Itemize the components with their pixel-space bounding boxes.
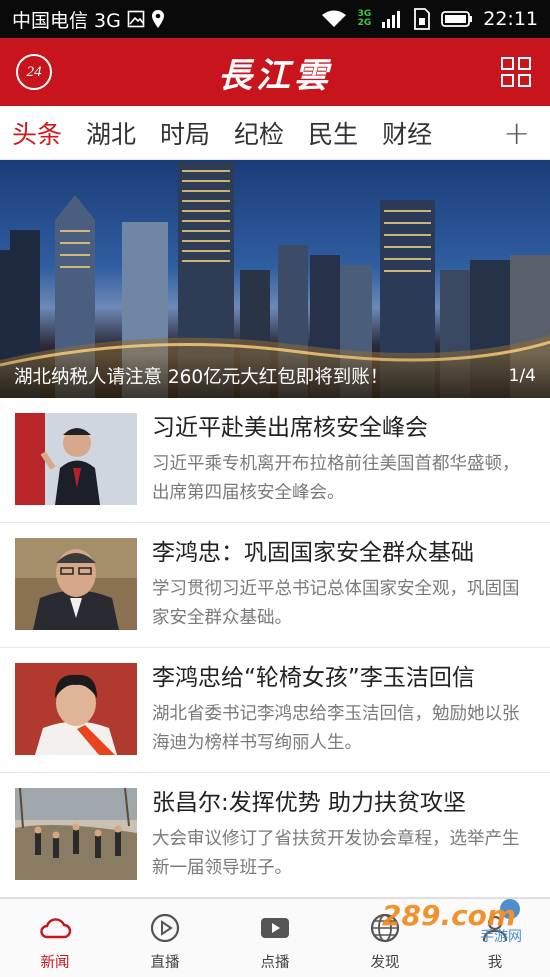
cloud-icon — [40, 918, 72, 939]
grid-menu-icon[interactable] — [500, 56, 532, 88]
news-item[interactable]: 张昌尔:发挥优势 助力扶贫攻坚 大会审议修订了省扶贫开发协会章程，选举产生新一届… — [0, 773, 550, 898]
nav-live[interactable]: 直播 — [110, 899, 220, 977]
banner-caption: 湖北纳税人请注意 260亿元大红包即将到账！ 1/4 — [0, 354, 550, 398]
news-title: 习近平赴美出席核安全峰会 — [152, 415, 428, 441]
sim-icon — [413, 8, 431, 30]
status-bar: 中国电信 3G 3G 2G 22:11 — [0, 0, 550, 38]
news-summary: 学习贯彻习近平总书记总体国家安全观，巩固国家安全群众基础。 — [152, 579, 520, 628]
app-logo: 長江雲 — [218, 55, 332, 96]
banner-carousel[interactable]: 湖北纳税人请注意 260亿元大红包即将到账！ 1/4 — [0, 160, 550, 398]
watermark-sub: 手游网 — [480, 929, 522, 943]
banner-page-indicator: 1/4 — [508, 366, 536, 386]
video-icon — [261, 918, 289, 938]
watermark-text: 289.com — [382, 899, 516, 932]
news-item[interactable]: 李鸿忠：巩固国家安全群众基础 学习贯彻习近平总书记总体国家安全观，巩固国家安全群… — [0, 523, 550, 648]
battery-icon — [441, 10, 473, 28]
signal-icon — [381, 9, 403, 29]
news-title: 李鸿忠：巩固国家安全群众基础 — [152, 540, 474, 566]
location-pin-icon — [151, 9, 165, 29]
nav-live-label: 直播 — [150, 955, 180, 971]
news-thumbnail — [15, 663, 137, 755]
news-summary: 习近平乘专机离开布拉格前往美国首都华盛顿，出席第四届核安全峰会。 — [152, 454, 520, 503]
news-summary: 湖北省委书记李鸿忠给李玉洁回信，勉励她以张海迪为榜样书写绚丽人生。 — [152, 704, 520, 753]
news-summary: 大会审议修订了省扶贫开发协会章程，选举产生新一届领导班子。 — [152, 829, 520, 878]
news-title: 张昌尔:发挥优势 助力扶贫攻坚 — [152, 790, 467, 816]
news-item[interactable]: 李鸿忠给“轮椅女孩”李玉洁回信 湖北省委书记李鸿忠给李玉洁回信，勉励她以张海迪为… — [0, 648, 550, 773]
tab-politics[interactable]: 时局 — [160, 115, 210, 151]
banner-title[interactable]: 湖北纳税人请注意 260亿元大红包即将到账！ — [14, 363, 388, 389]
network-type: 3G 2G — [357, 9, 372, 28]
image-icon — [127, 10, 145, 28]
nav-news-label: 新闻 — [40, 955, 70, 971]
tab-discipline[interactable]: 纪检 — [234, 115, 284, 151]
news-list: 习近平赴美出席核安全峰会 习近平乘专机离开布拉格前往美国首都华盛顿，出席第四届核… — [0, 398, 550, 898]
category-tabs: 头条 湖北 时局 纪检 民生 财经 + — [0, 106, 550, 160]
weather-badge[interactable]: 24 — [16, 54, 52, 90]
add-tab-button[interactable]: + — [503, 114, 530, 152]
carrier-label: 中国电信 3G — [12, 9, 121, 32]
nav-vod[interactable]: 点播 — [220, 899, 330, 977]
clock: 22:11 — [483, 8, 538, 30]
tab-livelihood[interactable]: 民生 — [308, 115, 358, 151]
play-circle-icon — [150, 913, 180, 943]
site-watermark: 289.com 手游网 — [380, 895, 540, 945]
tab-headlines[interactable]: 头条 — [12, 115, 62, 151]
news-thumbnail — [15, 788, 137, 880]
news-item[interactable]: 习近平赴美出席核安全峰会 习近平乘专机离开布拉格前往美国首都华盛顿，出席第四届核… — [0, 398, 550, 523]
nav-discover-label: 发现 — [370, 955, 400, 971]
nav-news[interactable]: 新闻 — [0, 899, 110, 977]
tab-hubei[interactable]: 湖北 — [86, 115, 136, 151]
tab-finance[interactable]: 财经 — [382, 115, 432, 151]
app-header: 24 長江雲 — [0, 38, 550, 106]
nav-vod-label: 点播 — [260, 955, 290, 971]
wifi-icon — [320, 9, 348, 29]
news-thumbnail — [15, 413, 137, 505]
news-thumbnail — [15, 538, 137, 630]
nav-me-label: 我 — [487, 955, 503, 971]
news-title: 李鸿忠给“轮椅女孩”李玉洁回信 — [152, 665, 475, 691]
